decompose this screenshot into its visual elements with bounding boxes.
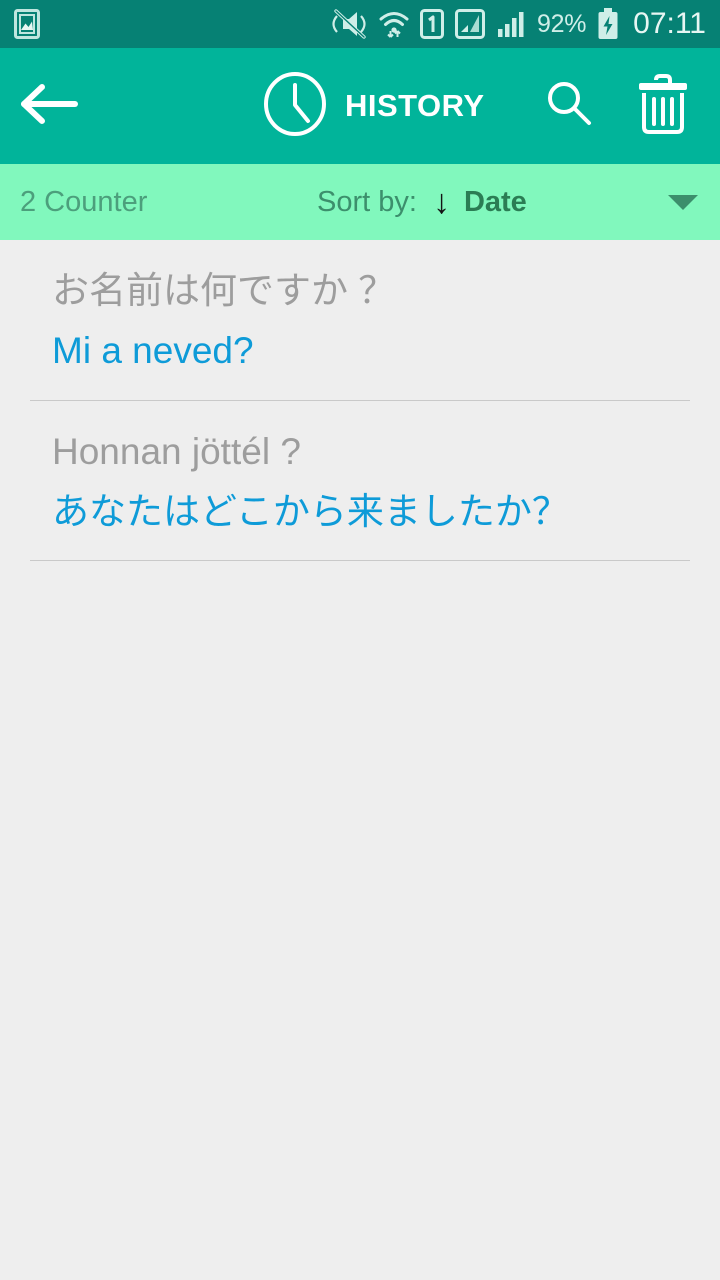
history-source-text: Honnan jöttél ? <box>52 430 301 472</box>
arrow-down-icon[interactable]: ↓ <box>433 185 450 219</box>
trash-icon <box>635 73 691 140</box>
sort-value-label: Date <box>463 185 527 218</box>
clock-icon <box>263 71 327 141</box>
sort-by-label: Sort by: <box>317 185 417 218</box>
history-list: お名前は何ですか ？ Mi a neved? Honnan jöttél ? あ… <box>0 240 720 561</box>
status-bar-left <box>14 9 40 39</box>
history-translation-text: あなたはどこから来ましたか？ <box>52 490 569 532</box>
app-bar: HISTORY <box>0 48 720 164</box>
app-bar-actions <box>538 61 720 151</box>
wifi-icon <box>379 9 409 39</box>
signal-sim2-icon <box>496 9 526 39</box>
list-divider <box>30 560 690 561</box>
sort-bar[interactable]: 2 Counter Sort by: ↓ Date <box>0 164 720 240</box>
history-translation-text: Mi a neved? <box>52 330 254 372</box>
app-bar-title-group: HISTORY <box>263 48 485 164</box>
battery-percent-label: 92% <box>537 9 587 38</box>
caret-down-icon[interactable] <box>668 194 698 210</box>
signal-sim1-icon <box>455 9 485 39</box>
delete-all-button[interactable] <box>632 61 694 151</box>
sim-1-icon <box>420 9 444 39</box>
counter-label: 2 Counter <box>20 185 148 218</box>
sort-selector[interactable]: Sort by: ↓ Date <box>317 185 527 219</box>
list-item[interactable]: Honnan jöttél ? あなたはどこから来ましたか？ <box>0 401 720 536</box>
arrow-left-icon <box>18 83 78 130</box>
clock-time-label: 07:11 <box>633 7 706 40</box>
status-bar-right: 92% 07:11 <box>330 8 706 40</box>
search-icon <box>543 78 595 135</box>
silent-vibrate-off-icon <box>330 9 368 39</box>
status-bar: 92% 07:11 <box>0 0 720 48</box>
page-title: HISTORY <box>345 88 485 123</box>
battery-charging-icon <box>597 8 619 40</box>
back-button[interactable] <box>0 48 96 164</box>
history-source-text: お名前は何ですか ？ <box>52 270 396 311</box>
search-button[interactable] <box>538 61 600 151</box>
photo-gallery-icon <box>14 9 40 39</box>
list-item[interactable]: お名前は何ですか ？ Mi a neved? <box>0 240 720 375</box>
